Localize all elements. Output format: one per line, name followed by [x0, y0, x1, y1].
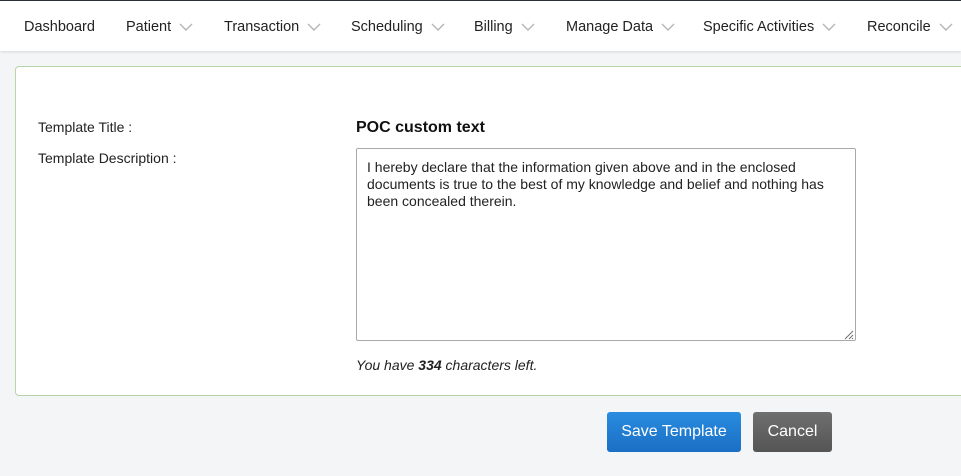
chevron-down-icon: [431, 23, 445, 31]
chevron-down-icon: [179, 23, 193, 31]
nav-item-manage-data[interactable]: Manage Data: [566, 1, 675, 52]
nav-item-specific-activities[interactable]: Specific Activities: [703, 1, 836, 52]
template-title-value: POC custom text: [356, 119, 485, 136]
characters-left-counter: You have 334 characters left.: [356, 357, 537, 373]
nav-item-billing[interactable]: Billing: [474, 1, 535, 52]
template-description-label: Template Description :: [38, 150, 177, 166]
chevron-down-icon: [822, 23, 836, 31]
nav-item-reconcile[interactable]: Reconcile: [867, 1, 953, 52]
template-title-label: Template Title :: [38, 119, 133, 135]
nav-item-label: Specific Activities: [703, 18, 815, 35]
nav-item-dashboard[interactable]: Dashboard: [24, 1, 95, 52]
top-navigation-bar: Dashboard Patient Transaction Scheduling…: [0, 0, 961, 51]
nav-item-label: Billing: [474, 18, 513, 35]
chevron-down-icon: [661, 23, 675, 31]
nav-item-patient[interactable]: Patient: [126, 1, 193, 52]
chevron-down-icon: [307, 23, 321, 31]
template-description-text: I hereby declare that the information gi…: [367, 159, 824, 209]
chars-left-count: 334: [418, 357, 442, 373]
cancel-button[interactable]: Cancel: [753, 412, 832, 452]
chars-left-prefix: You have: [356, 357, 415, 373]
nav-item-label: Transaction: [224, 18, 300, 35]
nav-item-label: Patient: [126, 18, 172, 35]
save-template-button[interactable]: Save Template: [607, 412, 741, 452]
chevron-down-icon: [521, 23, 535, 31]
nav-item-label: Reconcile: [867, 18, 931, 35]
nav-item-transaction[interactable]: Transaction: [224, 1, 321, 52]
nav-item-label: Manage Data: [566, 18, 654, 35]
chars-left-suffix: characters left.: [445, 357, 538, 373]
resize-handle-icon[interactable]: [842, 327, 854, 340]
nav-item-label: Dashboard: [24, 18, 95, 35]
chevron-down-icon: [939, 23, 953, 31]
nav-item-scheduling[interactable]: Scheduling: [351, 1, 445, 52]
template-description-textarea[interactable]: I hereby declare that the information gi…: [356, 148, 856, 341]
nav-item-label: Scheduling: [351, 18, 423, 35]
